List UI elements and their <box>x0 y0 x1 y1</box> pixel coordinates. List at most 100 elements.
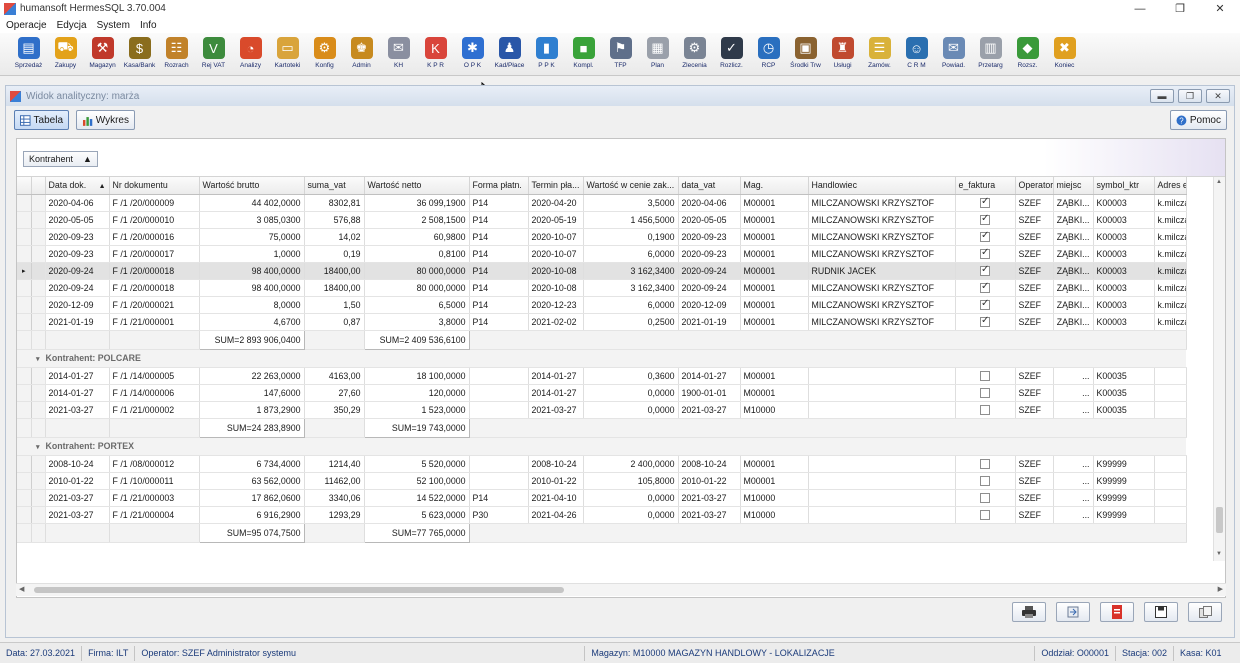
group-header-row[interactable]: ▾ Kontrahent: PORTEX <box>17 437 1186 456</box>
e-faktura-checkbox[interactable] <box>980 230 990 242</box>
toolbar-button-15[interactable]: ■ Kompl. <box>565 33 602 76</box>
group-header-row[interactable]: ▾ Kontrahent: POLCARE <box>17 349 1186 368</box>
pdf-button[interactable] <box>1100 602 1134 622</box>
e-faktura-checkbox[interactable] <box>980 281 990 293</box>
e-faktura-checkbox[interactable] <box>980 509 990 520</box>
minimize-button[interactable]: — <box>1120 0 1160 17</box>
menu-edycja[interactable]: Edycja <box>57 20 87 31</box>
e-faktura-checkbox[interactable] <box>980 247 990 259</box>
toolbar-button-14[interactable]: ▮ P P K <box>528 33 565 76</box>
toolbar-button-12[interactable]: ✱ O P K <box>454 33 491 76</box>
table-row[interactable]: 2008-10-24 F /1 /08/000012 6 734,4000 1214,… <box>17 455 1187 473</box>
e-faktura-checkbox[interactable] <box>980 370 990 381</box>
collapse-group-icon[interactable]: ▾ <box>36 356 40 363</box>
subwindow-close-button[interactable]: ✕ <box>1206 89 1230 103</box>
toolbar-button-2[interactable]: ⚒ Magazyn <box>84 33 121 76</box>
horizontal-scroll-thumb[interactable] <box>34 587 564 593</box>
toolbar-button-1[interactable]: ⛟ Zakupy <box>47 33 84 76</box>
toolbar-button-26[interactable]: ▥ Przetarg <box>972 33 1009 76</box>
e-faktura-checkbox[interactable] <box>980 475 990 486</box>
column-header[interactable]: Adres e-fakt <box>1154 177 1187 195</box>
table-row[interactable]: 2020-09-23 F /1 /20/000016 75,0000 14,02 60,… <box>17 228 1187 246</box>
toolbar-button-11[interactable]: K K P R <box>417 33 454 76</box>
table-row[interactable]: 2020-12-09 F /1 /20/000021 8,0000 1,50 6,500… <box>17 296 1187 314</box>
toolbar-button-13[interactable]: ♟ Kad/Płace <box>491 33 528 76</box>
table-row[interactable]: ▸ 2020-09-24 F /1 /20/000018 98 400,0000 184… <box>17 262 1187 280</box>
toolbar-button-21[interactable]: ▣ Środki Trw <box>787 33 824 76</box>
table-row[interactable]: 2020-05-05 F /1 /20/000010 3 085,0300 576,8… <box>17 211 1187 229</box>
toolbar-button-27[interactable]: ◆ Rozsz. <box>1009 33 1046 76</box>
column-header[interactable]: Wartość w cenie zak... <box>583 177 679 195</box>
table-row[interactable]: 2021-03-27 F /1 /21/000004 6 916,2900 1293,… <box>17 506 1187 524</box>
e-faktura-checkbox[interactable] <box>980 315 990 327</box>
maximize-button[interactable]: ❐ <box>1160 0 1200 17</box>
group-by-kontrahent-chip[interactable]: Kontrahent ▲ <box>23 151 98 167</box>
menu-info[interactable]: Info <box>140 20 157 31</box>
e-faktura-checkbox[interactable] <box>980 298 990 310</box>
table-row[interactable]: 2020-04-06 F /1 /20/000009 44 402,0000 8302… <box>17 194 1187 212</box>
e-faktura-checkbox[interactable] <box>980 387 990 398</box>
toolbar-button-16[interactable]: ⚑ TFP <box>602 33 639 76</box>
toolbar-button-9[interactable]: ♚ Admin <box>343 33 380 76</box>
toolbar-button-17[interactable]: ▦ Plan <box>639 33 676 76</box>
e-faktura-checkbox[interactable] <box>980 404 990 415</box>
subwindow-restore-button[interactable]: ❐ <box>1178 89 1202 103</box>
table-row[interactable]: 2014-01-27 F /1 /14/000005 22 263,0000 4163… <box>17 367 1187 385</box>
scroll-right-icon[interactable]: ▶ <box>1218 585 1223 593</box>
toolbar-button-23[interactable]: ☰ Zamów. <box>861 33 898 76</box>
table-row[interactable]: 2021-03-27 F /1 /21/000003 17 862,0600 3340… <box>17 489 1187 507</box>
chart-view-button[interactable]: Wykres <box>76 110 135 130</box>
toolbar-button-22[interactable]: ♜ Usługi <box>824 33 861 76</box>
toolbar-button-20[interactable]: ◷ RCP <box>750 33 787 76</box>
e-faktura-checkbox[interactable] <box>980 492 990 503</box>
column-header[interactable]: Data dok. ▲ <box>45 177 110 195</box>
toolbar-button-25[interactable]: ✉ Powiad. <box>935 33 972 76</box>
column-header[interactable]: suma_vat <box>304 177 365 195</box>
toolbar-button-6[interactable]: ◔ Analizy <box>232 33 269 76</box>
column-header[interactable]: Termin pła... <box>528 177 584 195</box>
column-header[interactable]: Wartość netto <box>364 177 470 195</box>
toolbar-button-24[interactable]: ☺ C R M <box>898 33 935 76</box>
print-button[interactable] <box>1012 602 1046 622</box>
table-row[interactable]: 2021-03-27 F /1 /21/000002 1 873,2900 350,2… <box>17 401 1187 419</box>
toolbar-button-19[interactable]: ✓ Rozlicz. <box>713 33 750 76</box>
table-row[interactable]: 2020-09-24 F /1 /20/000018 98 400,0000 1840… <box>17 279 1187 297</box>
toolbar-button-4[interactable]: ☷ Rozrach <box>158 33 195 76</box>
column-header[interactable]: Wartość brutto <box>199 177 305 195</box>
help-button[interactable]: ? Pomoc <box>1170 110 1227 130</box>
table-row[interactable]: 2020-09-23 F /1 /20/000017 1,0000 0,19 0,810… <box>17 245 1187 263</box>
table-view-button[interactable]: Tabela <box>14 110 69 130</box>
toolbar-button-8[interactable]: ⚙ Konfig <box>306 33 343 76</box>
toolbar-button-28[interactable]: ✖ Koniec <box>1046 33 1083 76</box>
close-button[interactable]: ✕ <box>1200 0 1240 17</box>
column-header[interactable]: Handlowiec <box>808 177 956 195</box>
toolbar-button-3[interactable]: $ Kasa/Bank <box>121 33 158 76</box>
menu-operacje[interactable]: Operacje <box>6 20 47 31</box>
column-header[interactable]: e_faktura <box>955 177 1016 195</box>
horizontal-scrollbar[interactable]: ◀ ▶ <box>16 583 1226 596</box>
scroll-down-icon[interactable]: ▼ <box>1216 551 1222 557</box>
column-header[interactable]: data_vat <box>678 177 741 195</box>
toolbar-button-0[interactable]: ▤ Sprzedaż <box>10 33 47 76</box>
e-faktura-checkbox[interactable] <box>980 264 990 276</box>
save-button[interactable] <box>1144 602 1178 622</box>
column-header[interactable]: Nr dokumentu <box>109 177 200 195</box>
e-faktura-checkbox[interactable] <box>980 196 990 208</box>
copy-button[interactable] <box>1188 602 1222 622</box>
vertical-scrollbar[interactable]: ▲ ▼ <box>1213 177 1225 561</box>
collapse-group-icon[interactable]: ▾ <box>36 444 40 451</box>
column-header[interactable]: Operator <box>1015 177 1054 195</box>
menu-system[interactable]: System <box>97 20 130 31</box>
table-row[interactable]: 2021-01-19 F /1 /21/000001 4,6700 0,87 3,800… <box>17 313 1187 331</box>
column-header[interactable]: Forma płatn. <box>469 177 529 195</box>
scroll-up-icon[interactable]: ▲ <box>1216 179 1222 185</box>
toolbar-button-5[interactable]: V Rej VAT <box>195 33 232 76</box>
column-header[interactable]: miejsc <box>1053 177 1094 195</box>
toolbar-button-18[interactable]: ⚙ Zlecenia <box>676 33 713 76</box>
vertical-scroll-thumb[interactable] <box>1216 507 1223 533</box>
toolbar-button-7[interactable]: ▭ Kartoteki <box>269 33 306 76</box>
scroll-left-icon[interactable]: ◀ <box>19 585 24 593</box>
column-header[interactable]: symbol_ktr <box>1093 177 1155 195</box>
subwindow-minimize-button[interactable]: ▬ <box>1150 89 1174 103</box>
column-header[interactable]: Mag. <box>740 177 809 195</box>
